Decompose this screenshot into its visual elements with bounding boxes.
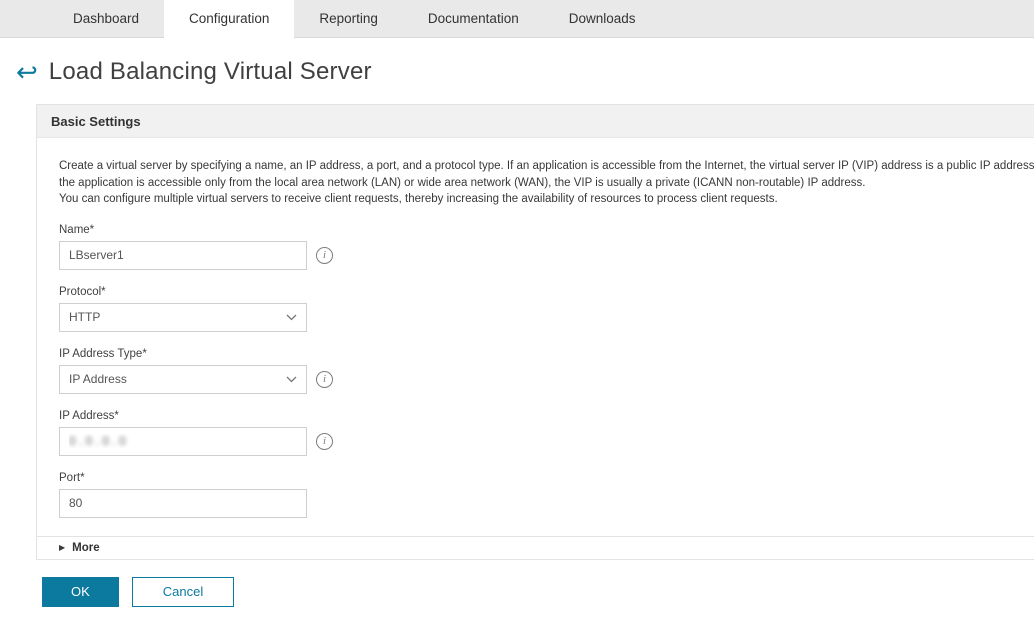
- field-protocol: Protocol* HTTP: [59, 286, 1034, 332]
- info-icon-glyph: i: [323, 373, 326, 385]
- chevron-down-icon: [286, 376, 297, 383]
- tab-downloads[interactable]: Downloads: [544, 0, 661, 37]
- ip-address-type-label: IP Address Type*: [59, 348, 1034, 360]
- top-navigation: Dashboard Configuration Reporting Docume…: [0, 0, 1034, 38]
- triangle-right-icon: ▶: [59, 542, 65, 554]
- ok-button[interactable]: OK: [42, 577, 119, 607]
- info-icon-glyph: i: [323, 249, 326, 261]
- tab-reporting[interactable]: Reporting: [294, 0, 403, 37]
- more-expander[interactable]: ▶ More: [37, 536, 1034, 559]
- ip-address-input[interactable]: [59, 427, 307, 456]
- panel-header: Basic Settings: [37, 105, 1034, 138]
- tab-configuration[interactable]: Configuration: [164, 0, 294, 37]
- basic-settings-panel: Basic Settings Create a virtual server b…: [36, 104, 1034, 560]
- ip-address-type-select[interactable]: IP Address: [59, 365, 307, 394]
- info-icon[interactable]: i: [316, 433, 333, 450]
- ip-address-label: IP Address*: [59, 410, 1034, 422]
- protocol-label: Protocol*: [59, 286, 1034, 298]
- tab-dashboard[interactable]: Dashboard: [48, 0, 164, 37]
- description-line: You can configure multiple virtual serve…: [59, 191, 1034, 208]
- info-icon-glyph: i: [323, 435, 326, 447]
- page-title: Load Balancing Virtual Server: [49, 58, 372, 86]
- protocol-select[interactable]: HTTP: [59, 303, 307, 332]
- chevron-down-icon: [286, 314, 297, 321]
- description-line: Create a virtual server by specifying a …: [59, 158, 1034, 175]
- ip-address-type-select-value: IP Address: [69, 372, 127, 386]
- field-name: Name* i: [59, 224, 1034, 270]
- field-port: Port*: [59, 472, 1034, 518]
- back-arrow-icon[interactable]: ↩: [16, 59, 38, 85]
- port-input[interactable]: [59, 489, 307, 518]
- panel-body: Create a virtual server by specifying a …: [37, 138, 1034, 518]
- page-header: ↩ Load Balancing Virtual Server: [16, 58, 1034, 86]
- name-input[interactable]: [59, 241, 307, 270]
- action-bar: OK Cancel: [42, 577, 1034, 607]
- port-label: Port*: [59, 472, 1034, 484]
- description-line: the application is accessible only from …: [59, 175, 1034, 192]
- info-icon[interactable]: i: [316, 371, 333, 388]
- field-ip-address-type: IP Address Type* IP Address i: [59, 348, 1034, 394]
- more-label: More: [72, 542, 99, 554]
- cancel-button[interactable]: Cancel: [132, 577, 234, 607]
- info-icon[interactable]: i: [316, 247, 333, 264]
- name-label: Name*: [59, 224, 1034, 236]
- tab-documentation[interactable]: Documentation: [403, 0, 544, 37]
- protocol-select-value: HTTP: [69, 310, 100, 324]
- field-ip-address: IP Address* i: [59, 410, 1034, 456]
